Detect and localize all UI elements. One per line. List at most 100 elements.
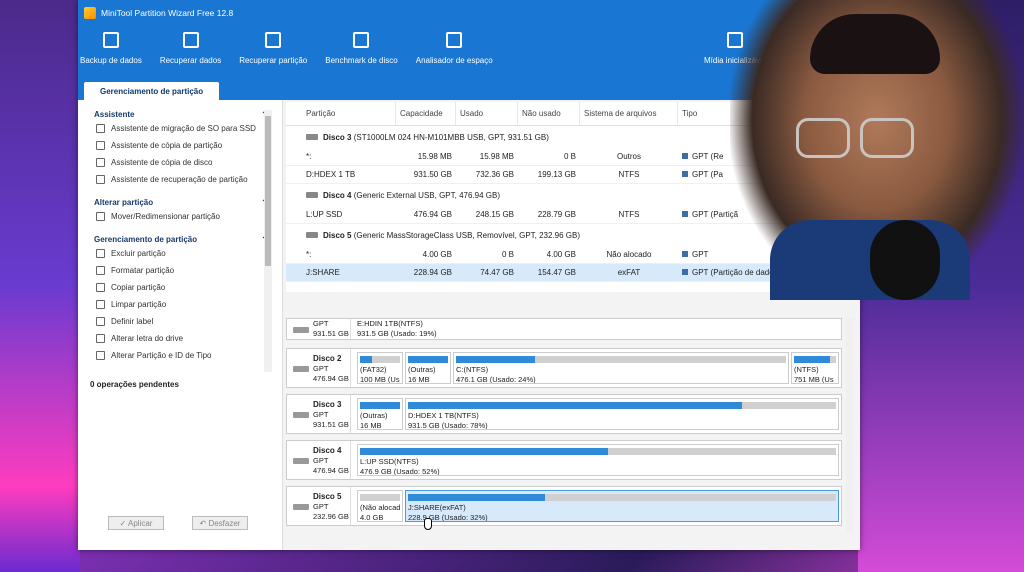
disk-info: Disco 5 GPT 232.96 GB — [287, 487, 351, 525]
sidebar-item-migrate-os[interactable]: Assistente de migração de SO para SSD — [78, 120, 282, 137]
partition-usage: 4.0 GB — [360, 513, 384, 522]
disk-icon — [306, 232, 318, 238]
disk-map-name: Disco 3 — [313, 400, 342, 409]
microphone — [870, 220, 940, 300]
partition-block[interactable]: E:HDIN 1TB(NTFS) 931.5 GB (Usado: 19%) — [355, 319, 835, 339]
migrate-icon — [96, 124, 105, 133]
col-used[interactable]: Usado — [456, 101, 518, 126]
sidebar-item-label: Mover/Redimensionar partição — [111, 212, 220, 221]
disk-description: (Generic MassStorageClass USB, Removível… — [353, 230, 581, 240]
disk-map-block[interactable]: Disco 3 GPT 931.51 GB (Outras) 16 MB D:HDEX 1… — [286, 394, 842, 434]
col-capacity[interactable]: Capacidade — [396, 101, 456, 126]
data-recovery-label: Recuperar dados — [159, 56, 222, 65]
sidebar-item-drive-letter[interactable]: Alterar letra do drive — [78, 330, 282, 347]
undo-button[interactable]: ↶ Desfazer — [192, 516, 248, 530]
sidebar-item-move-resize[interactable]: Mover/Redimensionar partição — [78, 208, 282, 225]
benchmark-button[interactable]: Benchmark de disco — [325, 32, 398, 65]
usage-bar — [794, 356, 836, 363]
partition-type-icon — [682, 269, 688, 275]
section-change-partition[interactable]: Alterar partição⌃ — [78, 196, 282, 208]
usage-bar — [408, 402, 836, 409]
sidebar-item-wipe[interactable]: Limpar partição — [78, 296, 282, 313]
partition-recovery-label: Recuperar partição — [239, 56, 308, 65]
partition-label: D:HDEX 1 TB(NTFS) — [408, 411, 479, 420]
sidebar-item-type-id[interactable]: Alterar Partição e ID de Tipo — [78, 347, 282, 364]
partition-label: J:SHARE(exFAT) — [408, 503, 466, 512]
disk-map: GPT 931.51 GB E:HDIN 1TB(NTFS) 931.5 GB (Us… — [286, 318, 854, 532]
sidebar-item-delete[interactable]: Excluir partição — [78, 245, 282, 262]
partition-block[interactable]: (FAT32) 100 MB (Us — [357, 352, 403, 384]
sidebar-item-copy-disk[interactable]: Assistente de cópia de disco — [78, 154, 282, 171]
col-filesystem[interactable]: Sistema de arquivos — [580, 101, 678, 126]
disk-name: Disco 3 — [323, 132, 352, 142]
cell-filesystem: exFAT — [617, 268, 641, 277]
cell-partition: D:HDEX 1 TB — [306, 170, 356, 179]
disk-map-scrollbar[interactable] — [846, 318, 854, 532]
cell-unused: 154.47 GB — [537, 268, 576, 277]
sidebar-item-label: Formatar partição — [111, 266, 175, 275]
disk-info: Disco 2 GPT 476.94 GB — [287, 349, 351, 387]
partition-type-icon — [682, 153, 688, 159]
apply-button[interactable]: ✓ Aplicar — [108, 516, 164, 530]
disk-icon — [306, 134, 318, 140]
glasses-right — [860, 118, 914, 158]
section-wizard[interactable]: Assistente⌃ — [78, 108, 282, 120]
partition-block[interactable]: C:(NTFS) 476.1 GB (Usado: 24%) — [453, 352, 789, 384]
sidebar-item-label-set[interactable]: Definir label — [78, 313, 282, 330]
disk-map-block[interactable]: Disco 2 GPT 476.94 GB (FAT32) 100 MB (Us (Out… — [286, 348, 842, 388]
disk-map-scheme: GPT — [313, 502, 329, 511]
disk-map-block[interactable]: GPT 931.51 GB E:HDIN 1TB(NTFS) 931.5 GB (Us… — [286, 318, 842, 340]
sidebar-item-copy-partition-wizard[interactable]: Assistente de cópia de partição — [78, 137, 282, 154]
usage-bar — [408, 494, 836, 501]
backup-button[interactable]: Backup de dados — [80, 32, 142, 65]
partition-block[interactable]: D:HDEX 1 TB(NTFS) 931.5 GB (Usado: 78%) — [405, 398, 839, 430]
section-partition-management[interactable]: Gerenciamento de partição⌃ — [78, 233, 282, 245]
mouse-cursor — [424, 518, 432, 530]
col-unused[interactable]: Não usado — [518, 101, 580, 126]
partition-block[interactable]: J:SHARE(exFAT) 228.9 GB (Usado: 32%) — [405, 490, 839, 522]
partition-label: (Outras) — [360, 411, 388, 420]
scrollbar-thumb[interactable] — [265, 116, 271, 266]
partition-usage: 228.9 GB (Usado: 32%) — [408, 513, 488, 522]
usage-fill — [408, 494, 545, 501]
partition-block[interactable]: L:UP SSD(NTFS) 476.9 GB (Usado: 52%) — [357, 444, 839, 476]
sidebar-item-label: Assistente de cópia de disco — [111, 158, 213, 167]
usage-bar — [456, 356, 786, 363]
partition-block[interactable]: (Outras) 16 MB — [405, 352, 451, 384]
disk-icon — [306, 192, 318, 198]
partition-block[interactable]: (Não alocad 4.0 GB — [357, 490, 403, 522]
usage-bar — [360, 448, 836, 455]
partition-usage: 476.1 GB (Usado: 24%) — [456, 375, 536, 384]
space-analyzer-label: Analisador de espaço — [415, 56, 493, 65]
space-analyzer-button[interactable]: Analisador de espaço — [416, 32, 493, 65]
disk-map-name: Disco 2 — [313, 354, 342, 363]
sidebar-item-format[interactable]: Formatar partição — [78, 262, 282, 279]
cell-capacity: 15.98 MB — [417, 152, 452, 161]
backup-icon — [102, 32, 119, 48]
sidebar-scrollbar[interactable] — [264, 110, 272, 372]
cell-unused: 4.00 GB — [546, 250, 576, 259]
data-recovery-icon — [182, 32, 199, 48]
cell-used: 732.36 GB — [475, 170, 514, 179]
sidebar-item-partition-recovery[interactable]: Assistente de recuperação de partição — [78, 171, 282, 188]
disk-map-block[interactable]: Disco 4 GPT 476.94 GB L:UP SSD(NTFS) 476.9 G… — [286, 440, 842, 480]
partition-usage: 751 MB (Us — [794, 375, 834, 384]
partition-block[interactable]: (NTFS) 751 MB (Us — [791, 352, 839, 384]
disk-drive-icon — [293, 327, 309, 333]
usage-fill — [360, 402, 400, 409]
tab-partition-management[interactable]: Gerenciamento de partição — [84, 82, 220, 100]
sidebar-item-label: Alterar letra do drive — [111, 334, 184, 343]
disk-map-block[interactable]: Disco 5 GPT 232.96 GB (Não alocad 4.0 GB J:SH… — [286, 486, 842, 526]
trash-icon — [96, 249, 105, 258]
data-recovery-button[interactable]: Recuperar dados — [160, 32, 221, 65]
usage-fill — [360, 448, 608, 455]
disk-map-size: 232.96 GB — [313, 512, 349, 521]
col-partition[interactable]: Partição — [286, 101, 396, 126]
cell-unused: 228.79 GB — [537, 210, 576, 219]
sidebar-item-label: Assistente de migração de SO para SSD — [111, 124, 256, 133]
partition-recovery-button[interactable]: Recuperar partição — [239, 32, 307, 65]
partition-block[interactable]: (Outras) 16 MB — [357, 398, 403, 430]
partition-usage: 16 MB — [408, 375, 430, 384]
sidebar-item-copy[interactable]: Copiar partição — [78, 279, 282, 296]
label-icon — [96, 317, 105, 326]
